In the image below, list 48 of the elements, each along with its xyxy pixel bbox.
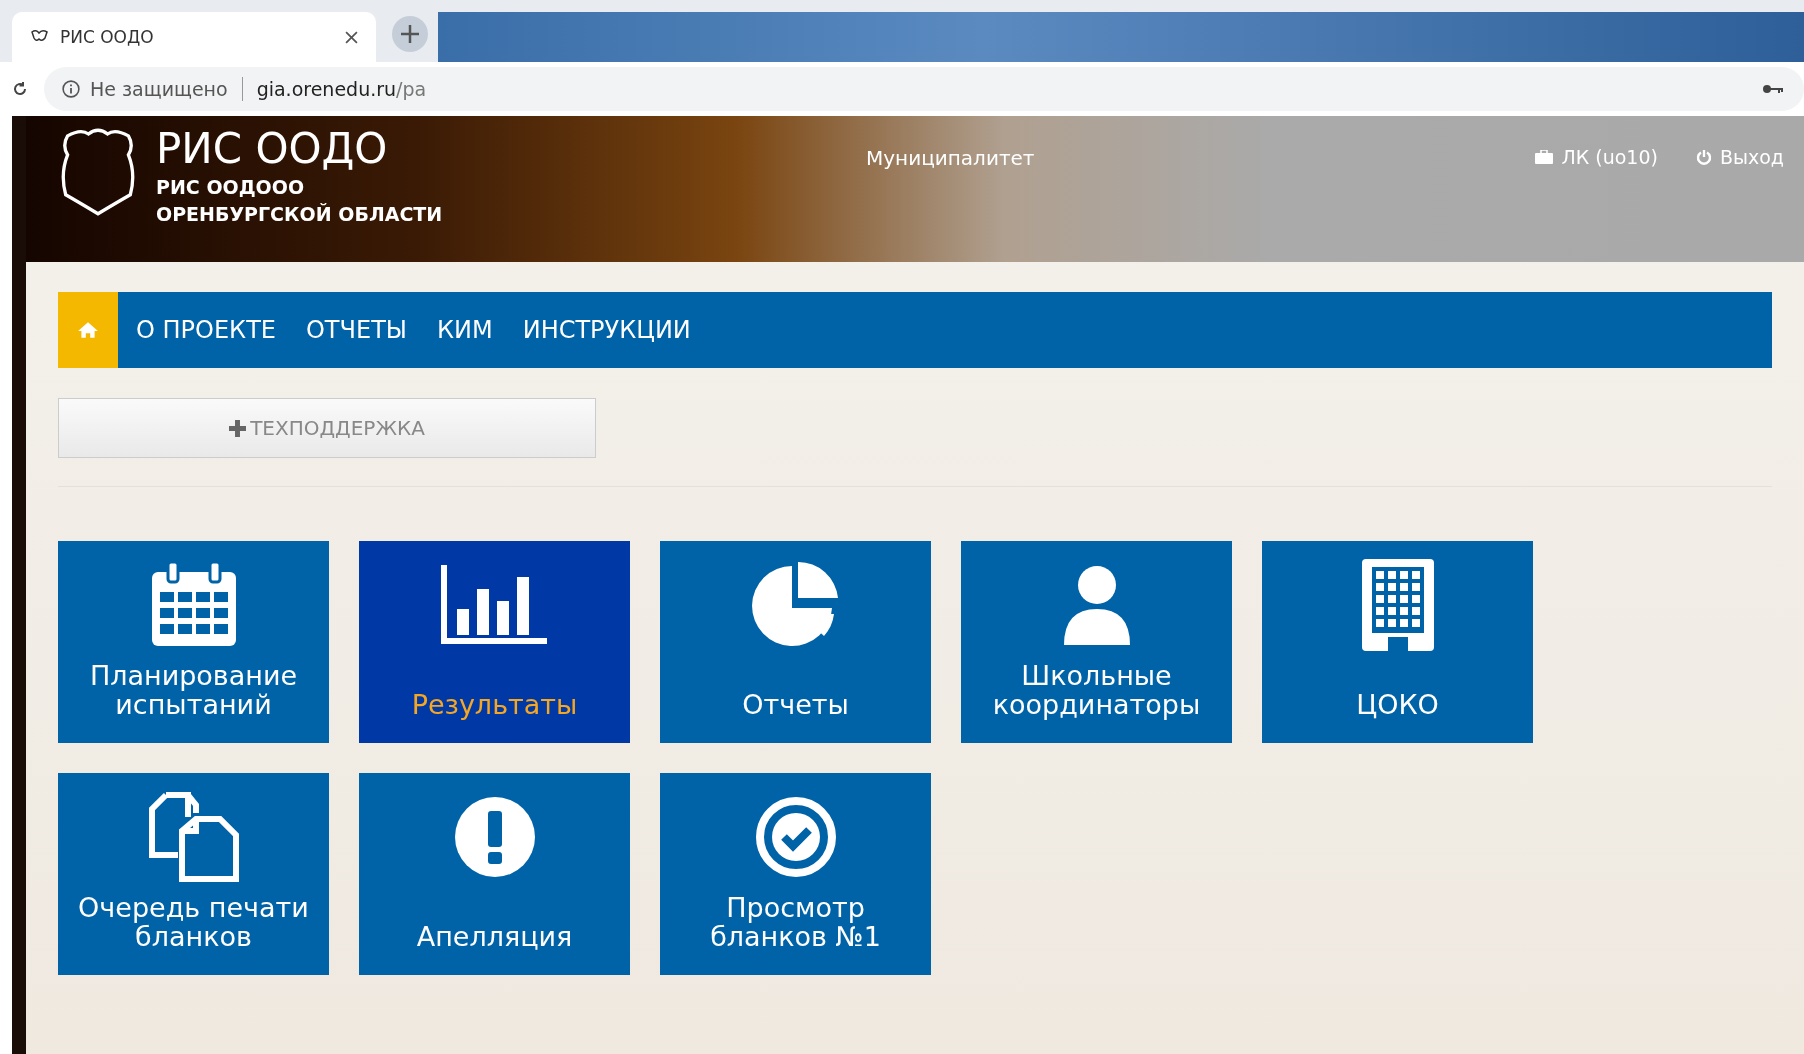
- calendar-icon: [149, 562, 238, 648]
- nav-link[interactable]: КИМ: [437, 316, 493, 344]
- building-icon: [1361, 559, 1434, 651]
- nav-link[interactable]: ИНСТРУКЦИИ: [522, 316, 691, 344]
- check-circle-icon: [755, 797, 836, 877]
- menu-tile[interactable]: Планирование испытаний: [58, 541, 329, 743]
- home-icon: [77, 321, 99, 339]
- tile-label: Результаты: [410, 690, 579, 719]
- url-text: gia.orenedu.ru/pa: [256, 78, 428, 100]
- site-subtitle: ОРЕНБУРГСКОЙ ОБЛАСТИ: [156, 202, 444, 227]
- copy-icon: [147, 791, 240, 883]
- role-label: Муниципалитет: [866, 146, 1035, 170]
- reload-icon[interactable]: [12, 80, 28, 98]
- site-title: РИС ООДО: [156, 124, 389, 174]
- support-button[interactable]: ТЕХПОДДЕРЖКА: [58, 398, 596, 458]
- close-icon[interactable]: [345, 30, 358, 44]
- menu-tile[interactable]: Просмотр бланков №1: [660, 773, 931, 975]
- menu-tile[interactable]: Очередь печати бланков: [58, 773, 329, 975]
- tile-label: Просмотр бланков №1: [709, 893, 882, 951]
- tile-label: Очередь печати бланков: [77, 893, 310, 951]
- briefcase-icon: [1535, 150, 1554, 164]
- tile-label: Отчеты: [741, 690, 850, 719]
- nav-link[interactable]: ОТЧЕТЫ: [305, 316, 407, 344]
- menu-tile[interactable]: Отчеты: [660, 541, 931, 743]
- bar-chart-icon: [440, 565, 549, 645]
- tile-label: Планирование испытаний: [88, 661, 299, 719]
- tile-label: Школьные координаторы: [991, 661, 1202, 719]
- user-icon: [1061, 565, 1132, 645]
- tile-label: Апелляция: [415, 922, 574, 951]
- menu-tile[interactable]: Апелляция: [359, 773, 630, 975]
- menu-tile[interactable]: ЦОКО: [1262, 541, 1533, 743]
- pie-chart-icon: [751, 562, 840, 648]
- shield-logo-icon: [60, 126, 136, 218]
- site-subtitle: РИС ООДООО: [156, 175, 306, 200]
- new-tab-icon[interactable]: [392, 16, 428, 52]
- nav-link[interactable]: О ПРОЕКТЕ: [136, 316, 276, 344]
- address-bar[interactable]: Не защищено gia.orenedu.ru/pa: [44, 67, 1804, 111]
- menu-tile[interactable]: Результаты: [359, 541, 630, 743]
- info-icon: [62, 80, 80, 98]
- browser-tab[interactable]: РИС ООДО: [12, 12, 376, 62]
- key-icon[interactable]: [1762, 83, 1784, 95]
- security-label: Не защищено: [90, 78, 228, 100]
- exclamation-icon: [454, 797, 535, 877]
- plus-icon: [229, 419, 247, 437]
- tile-label: ЦОКО: [1355, 690, 1440, 719]
- power-icon: [1695, 149, 1712, 165]
- menu-tile[interactable]: Школьные координаторы: [961, 541, 1232, 743]
- tab-title: РИС ООДО: [60, 27, 155, 47]
